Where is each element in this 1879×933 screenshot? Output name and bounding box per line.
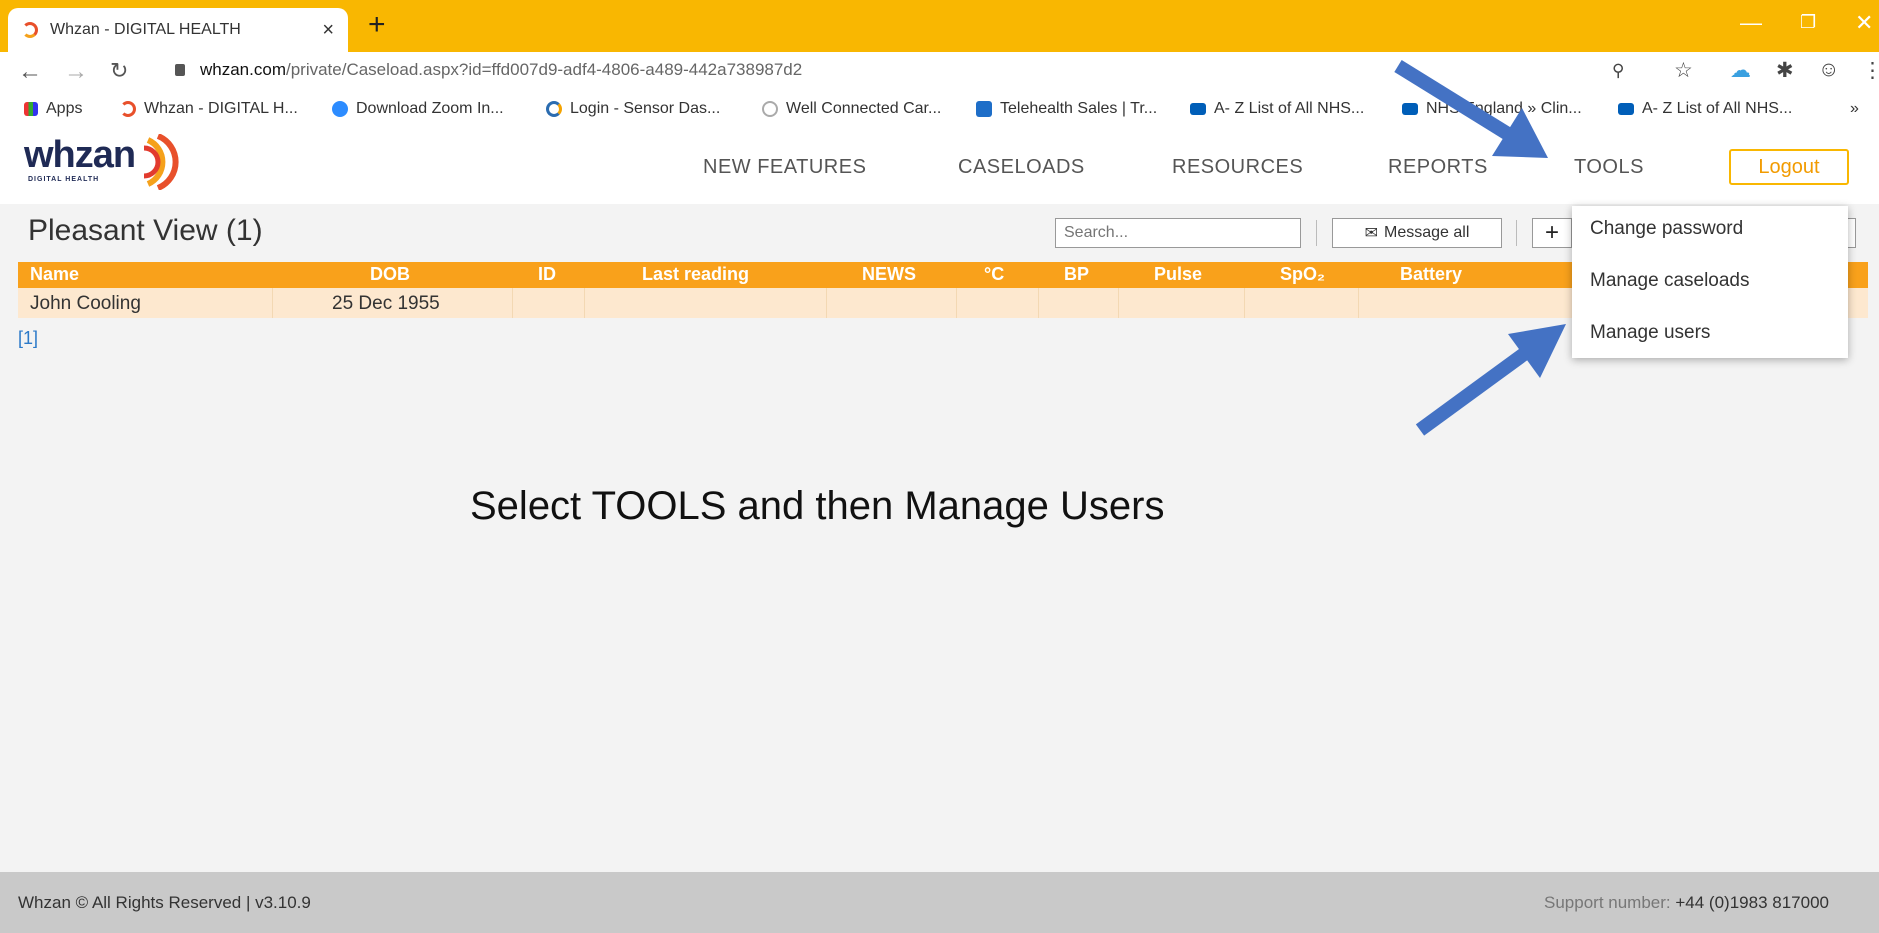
menu-icon[interactable]: ⋮ [1862,58,1879,83]
message-all-label: Message all [1384,224,1470,241]
instruction-caption: Select TOOLS and then Manage Users [470,484,1165,528]
key-icon[interactable]: ⚲ [1612,61,1624,81]
envelope-icon: ✉ [1364,225,1379,242]
url-path: /private/Caseload.aspx?id=ffd007d9-adf4-… [285,60,803,79]
message-all-button[interactable]: ✉ Message all [1332,218,1502,248]
nav-caseloads[interactable]: CASELOADS [958,156,1085,179]
footer-copyright: Whzan © All Rights Reserved | v3.10.9 [18,893,311,912]
toolbar-divider [1516,220,1517,246]
bookmark-label: Well Connected Car... [786,100,942,117]
nav-reports[interactable]: REPORTS [1388,156,1488,179]
patient-name-link[interactable]: John Cooling [30,293,141,315]
cell-divider [956,288,957,318]
zoom-icon [332,101,348,117]
cell-divider [1118,288,1119,318]
new-tab-button[interactable]: + [368,10,386,40]
col-spo2[interactable]: SpO₂ [1280,264,1325,285]
logout-button[interactable]: Logout [1729,149,1849,185]
col-temp[interactable]: °C [984,264,1004,285]
col-id[interactable]: ID [538,264,556,285]
nav-resources[interactable]: RESOURCES [1172,156,1303,179]
close-window-icon[interactable]: ✕ [1855,10,1873,36]
cell-divider [512,288,513,318]
nav-tools[interactable]: TOOLS [1574,156,1644,179]
url-field[interactable]: whzan.com/private/Caseload.aspx?id=ffd00… [200,60,802,80]
bookmark-label: NHS England » Clin... [1426,100,1582,117]
back-icon[interactable]: ← [18,58,42,86]
footer-support: Support number: +44 (0)1983 817000 [1544,893,1829,913]
nhs-icon [1618,103,1634,115]
page-title: Pleasant View (1) [28,214,263,247]
toolbar-divider [1316,220,1317,246]
col-bp[interactable]: BP [1064,264,1089,285]
bookmark-telehealth[interactable]: Telehealth Sales | Tr... [976,100,1157,118]
search-input[interactable] [1055,218,1301,248]
more-bookmarks-icon[interactable]: » [1850,100,1859,118]
support-number: +44 (0)1983 817000 [1675,893,1829,912]
browser-tab[interactable]: Whzan - DIGITAL HEALTH × [8,8,348,52]
bookmark-nhs-england[interactable]: NHS England » Clin... [1402,100,1582,118]
col-dob[interactable]: DOB [370,264,410,285]
cell-divider [826,288,827,318]
pagination-link[interactable]: [1] [18,328,38,349]
cell-divider [1038,288,1039,318]
star-icon[interactable]: ☆ [1674,58,1693,83]
cell-divider [1358,288,1359,318]
profile-icon[interactable]: ☺ [1818,58,1839,82]
whzan-favicon-icon [22,22,38,38]
bookmark-apps[interactable]: Apps [24,100,82,118]
nhs-icon [1402,103,1418,115]
menu-manage-users[interactable]: Manage users [1590,322,1710,344]
bookmark-label: Telehealth Sales | Tr... [1000,100,1158,117]
bookmark-wellconnected[interactable]: Well Connected Car... [762,100,941,118]
cell-divider [584,288,585,318]
bookmark-zoom[interactable]: Download Zoom In... [332,100,504,118]
tab-close-icon[interactable]: × [322,19,334,42]
lock-icon [175,64,185,76]
minimize-icon[interactable]: — [1740,10,1762,36]
bookmark-label: A- Z List of All NHS... [1214,100,1365,117]
url-host: whzan.com [200,60,286,79]
bookmark-label: Login - Sensor Das... [570,100,721,117]
cloud-extension-icon[interactable]: ☁ [1730,58,1751,83]
screenshot-stage: Whzan - DIGITAL HEALTH × + — ❐ ✕ ← → ↻ w… [0,0,1879,933]
whzan-logo[interactable]: whzan [24,134,136,177]
whzan-icon [120,101,136,117]
col-last-reading[interactable]: Last reading [642,264,749,285]
bookmark-label: Apps [46,100,83,117]
nav-new-features[interactable]: NEW FEATURES [703,156,866,179]
bookmark-nhs-az-2[interactable]: A- Z List of All NHS... [1618,100,1792,118]
col-battery[interactable]: Battery [1400,264,1462,285]
col-name[interactable]: Name [30,264,79,285]
patient-dob: 25 Dec 1955 [332,293,440,314]
apps-grid-icon [24,102,38,116]
bookmark-nhs-az-1[interactable]: A- Z List of All NHS... [1190,100,1364,118]
bookmark-sensor[interactable]: Login - Sensor Das... [546,100,720,118]
col-pulse[interactable]: Pulse [1154,264,1202,285]
reload-icon[interactable]: ↻ [110,58,128,84]
nhs-icon [1190,103,1206,115]
bookmark-label: Download Zoom In... [356,100,504,117]
menu-manage-caseloads[interactable]: Manage caseloads [1590,270,1750,292]
sensor-icon [546,101,562,117]
restore-icon[interactable]: ❐ [1800,12,1816,33]
menu-change-password[interactable]: Change password [1590,218,1743,240]
add-button[interactable]: + [1532,218,1572,248]
tab-title: Whzan - DIGITAL HEALTH [50,21,241,38]
logo-arcs-icon [143,134,179,190]
wellconnected-icon [762,101,778,117]
bookmark-label: Whzan - DIGITAL H... [144,100,298,117]
trello-icon [976,101,992,117]
bookmark-label: A- Z List of All NHS... [1642,100,1793,117]
col-news[interactable]: NEWS [862,264,916,285]
cell-divider [272,288,273,318]
cell-divider [1244,288,1245,318]
forward-icon[interactable]: → [64,58,88,86]
bookmark-whzan[interactable]: Whzan - DIGITAL H... [120,100,298,118]
logo-subtitle: DIGITAL HEALTH [28,176,100,183]
support-label: Support number: [1544,893,1671,912]
puzzle-extensions-icon[interactable]: ✱ [1776,58,1794,83]
